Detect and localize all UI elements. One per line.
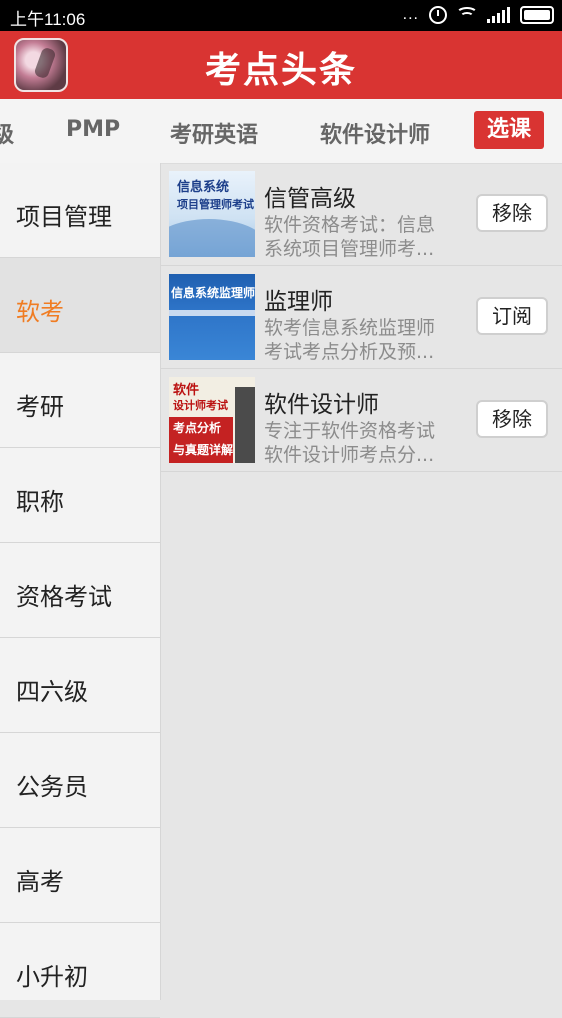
description-line: 专注于软件资格考试 <box>264 420 436 442</box>
tab-kaoyan-english[interactable]: 考研英语 <box>170 117 258 149</box>
category-tabs: 级 PMP 考研英语 软件设计师 选课 <box>0 99 562 164</box>
status-bar: 上午11:06 ... <box>0 0 562 31</box>
tab-partial[interactable]: 级 <box>0 117 14 149</box>
sidebar-item-qualification[interactable]: 资格考试 <box>0 543 160 638</box>
thumbnail-text: 与真题详解 <box>173 443 234 457</box>
sidebar-item-gaokao[interactable]: 高考 <box>0 828 160 923</box>
remove-button[interactable]: 移除 <box>476 400 548 438</box>
sidebar: 项目管理 软考 考研 职称 资格考试 四六级 公务员 高考 小升初 <box>0 163 161 1018</box>
sidebar-item-ruankao[interactable]: 软考 <box>0 258 160 353</box>
course-description: 软件资格考试：信息 系统项目管理师考... <box>264 213 464 261</box>
tab-pmp[interactable]: PMP <box>66 117 120 142</box>
thumbnail-text: 设计师考试 <box>173 399 228 412</box>
course-description: 专注于软件资格考试 软件设计师考点分... <box>264 419 464 467</box>
list-item[interactable]: 软件 设计师考试 考点分析 与真题详解 软件设计师 专注于软件资格考试 软件设计… <box>161 369 562 472</box>
description-line: 考试考点分析及预... <box>264 341 435 363</box>
sidebar-item-label: 软考 <box>16 298 64 326</box>
course-list: 信息系统 项目管理师考试 信管高级 软件资格考试：信息 系统项目管理师考... … <box>161 163 562 1000</box>
select-course-button[interactable]: 选课 <box>474 111 544 149</box>
course-title: 软件设计师 <box>264 392 379 418</box>
sidebar-item-label: 小升初 <box>16 963 88 991</box>
sidebar-item-civil-servant[interactable]: 公务员 <box>0 733 160 828</box>
sidebar-item-label: 职称 <box>16 488 64 516</box>
battery-icon <box>520 6 554 24</box>
list-item[interactable]: 信息系统 项目管理师考试 信管高级 软件资格考试：信息 系统项目管理师考... … <box>161 163 562 266</box>
thumbnail-text: 考点分析 <box>173 421 222 435</box>
sidebar-item-kaoyan[interactable]: 考研 <box>0 353 160 448</box>
thumbnail-text: 信息系统 <box>177 180 230 195</box>
list-item[interactable]: 信息系统监理师 监理师 软考信息系统监理师 考试考点分析及预... 订阅 <box>161 266 562 369</box>
sidebar-item-label: 考研 <box>16 393 64 421</box>
description-line: 软考信息系统监理师 <box>264 317 436 339</box>
thumbnail-text: 信息系统监理师 <box>171 286 255 300</box>
description-line: 系统项目管理师考... <box>264 238 435 260</box>
sidebar-item-label: 四六级 <box>16 678 88 706</box>
sidebar-item-xiaoshengchu[interactable]: 小升初 <box>0 923 160 1018</box>
sidebar-item-cet[interactable]: 四六级 <box>0 638 160 733</box>
course-title: 信管高级 <box>264 186 356 212</box>
description-line: 软件设计师考点分... <box>264 444 435 466</box>
app-title: 考点头条 <box>204 50 357 91</box>
subscribe-button[interactable]: 订阅 <box>476 297 548 335</box>
sidebar-item-label: 资格考试 <box>16 583 112 611</box>
signal-icon <box>487 7 510 23</box>
course-thumbnail: 信息系统 项目管理师考试 <box>169 171 255 257</box>
description-line: 软件资格考试：信息 <box>264 214 436 236</box>
course-thumbnail: 软件 设计师考试 考点分析 与真题详解 <box>169 377 255 463</box>
sidebar-item-label: 项目管理 <box>16 203 112 231</box>
sidebar-item-professional-title[interactable]: 职称 <box>0 448 160 543</box>
course-title: 监理师 <box>264 289 333 315</box>
course-thumbnail: 信息系统监理师 <box>169 274 255 360</box>
app-header: 考点头条 <box>0 31 562 99</box>
tab-software-designer[interactable]: 软件设计师 <box>320 117 430 149</box>
remove-button[interactable]: 移除 <box>476 194 548 232</box>
wifi-icon <box>456 7 478 23</box>
sidebar-item-label: 公务员 <box>16 773 88 801</box>
sidebar-item-project-management[interactable]: 项目管理 <box>0 163 160 258</box>
sidebar-item-label: 高考 <box>16 868 64 896</box>
status-time: 上午11:06 <box>10 10 86 29</box>
alarm-icon <box>429 6 447 24</box>
thumbnail-text: 项目管理师考试 <box>177 198 254 211</box>
course-description: 软考信息系统监理师 考试考点分析及预... <box>264 316 464 364</box>
status-icons: ... <box>403 6 554 24</box>
thumbnail-text: 软件 <box>173 383 200 398</box>
more-dots-icon: ... <box>402 6 419 23</box>
